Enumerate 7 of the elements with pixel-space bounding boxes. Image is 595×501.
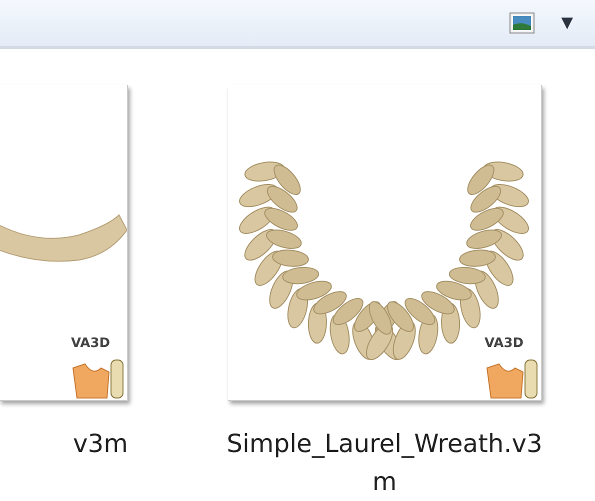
file-thumbnail[interactable]: VA3D [228, 85, 542, 401]
file-name[interactable]: Simple_Laurel_Wreath.v3 m [226, 425, 542, 501]
file-thumbnail[interactable]: VA3D [0, 85, 128, 401]
picture-icon[interactable] [509, 12, 536, 34]
badge-text: VA3D [484, 336, 524, 351]
badge-text: VA3D [71, 336, 110, 351]
file-name[interactable]: v3m [72, 425, 128, 463]
